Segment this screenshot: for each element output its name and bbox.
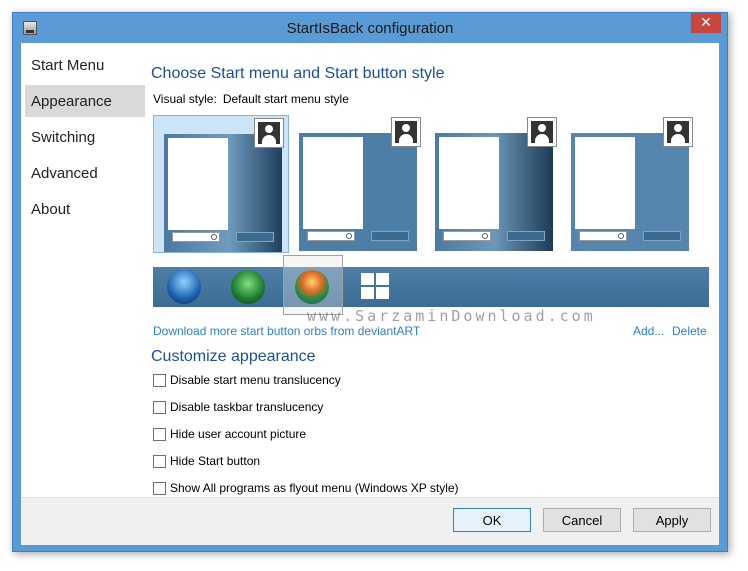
ok-button[interactable]: OK	[453, 508, 531, 532]
sidebar-item-appearance[interactable]: Appearance	[25, 85, 145, 117]
preview-power-button	[507, 231, 545, 241]
preview-program-list	[303, 137, 363, 229]
start-menu-preview	[164, 134, 282, 252]
user-silhouette-icon	[395, 121, 417, 143]
start-menu-preview	[571, 133, 689, 251]
preview-power-button	[371, 231, 409, 241]
user-silhouette-icon	[667, 121, 689, 143]
preview-program-list	[439, 137, 499, 229]
visual-style-row: Visual style: Default start menu style	[153, 92, 349, 106]
preview-search-box	[443, 231, 491, 241]
option-disable-taskbar-translucency[interactable]: Disable taskbar translucency	[153, 400, 323, 414]
preview-program-list	[168, 138, 228, 230]
watermark: www.SarzaminDownload.com	[307, 307, 596, 325]
colorful-orb-icon[interactable]	[295, 270, 329, 304]
option-hide-start-button[interactable]: Hide Start button	[153, 454, 260, 468]
checkbox[interactable]	[153, 481, 166, 495]
preview-search-box	[307, 231, 355, 241]
user-silhouette-icon	[531, 121, 553, 143]
style-thumbnail-4[interactable]	[561, 115, 697, 253]
add-orb-link[interactable]: Add...	[633, 324, 664, 338]
user-avatar-icon	[663, 117, 693, 147]
sidebar-item-switching[interactable]: Switching	[25, 121, 145, 153]
checkbox[interactable]	[153, 454, 166, 468]
preview-search-box	[172, 232, 220, 242]
window-title: StartIsBack configuration	[286, 20, 454, 37]
checkbox[interactable]	[153, 400, 166, 414]
user-avatar-icon	[391, 117, 421, 147]
option-label: Disable taskbar translucency	[170, 400, 324, 414]
checkbox[interactable]	[153, 427, 166, 441]
option-label: Hide Start button	[170, 454, 261, 468]
windows-8-logo-icon[interactable]	[361, 273, 391, 301]
style-thumbnail-1[interactable]	[153, 115, 289, 253]
sidebar-item-advanced[interactable]: Advanced	[25, 157, 145, 189]
style-heading: Choose Start menu and Start button style	[151, 65, 445, 82]
windows-7-orb-icon[interactable]	[167, 270, 201, 304]
start-orb-strip	[153, 255, 709, 315]
preview-power-button	[236, 232, 274, 242]
visual-style-value: Default start menu style	[222, 92, 349, 106]
user-avatar-icon	[527, 117, 557, 147]
download-orbs-link[interactable]: Download more start button orbs from dev…	[153, 324, 420, 338]
option-label: Hide user account picture	[170, 427, 307, 441]
dialog-footer: OK Cancel Apply	[21, 497, 719, 545]
option-label: Show All programs as flyout menu (Window…	[170, 481, 459, 495]
user-silhouette-icon	[258, 122, 280, 144]
cancel-button[interactable]: Cancel	[543, 508, 621, 532]
preview-program-list	[575, 137, 635, 229]
close-button[interactable]: ✕	[691, 13, 721, 33]
sidebar-item-start-menu[interactable]: Start Menu	[25, 49, 145, 81]
option-flyout-all-programs[interactable]: Show All programs as flyout menu (Window…	[153, 481, 459, 495]
checkbox[interactable]	[153, 373, 166, 387]
option-label: Disable start menu translucency	[170, 373, 341, 387]
apply-button[interactable]: Apply	[633, 508, 711, 532]
option-disable-menu-translucency[interactable]: Disable start menu translucency	[153, 373, 341, 387]
sidebar-item-about[interactable]: About	[25, 193, 145, 225]
clover-orb-icon[interactable]	[231, 270, 265, 304]
delete-orb-link[interactable]: Delete	[672, 324, 707, 338]
style-thumbnail-2[interactable]	[289, 115, 425, 253]
option-hide-user-picture[interactable]: Hide user account picture	[153, 427, 306, 441]
client-area: Start Menu Appearance Switching Advanced…	[21, 43, 719, 545]
visual-style-label: Visual style:	[153, 92, 217, 106]
customize-heading: Customize appearance	[151, 348, 316, 365]
start-menu-preview	[299, 133, 417, 251]
preview-search-box	[579, 231, 627, 241]
preview-power-button	[643, 231, 681, 241]
title-bar[interactable]: StartIsBack configuration ✕	[13, 13, 727, 43]
start-menu-preview	[435, 133, 553, 251]
style-thumbnail-3[interactable]	[425, 115, 561, 253]
config-window: StartIsBack configuration ✕ Start Menu A…	[12, 12, 728, 552]
user-avatar-icon	[254, 118, 284, 148]
sidebar: Start Menu Appearance Switching Advanced…	[25, 49, 145, 229]
